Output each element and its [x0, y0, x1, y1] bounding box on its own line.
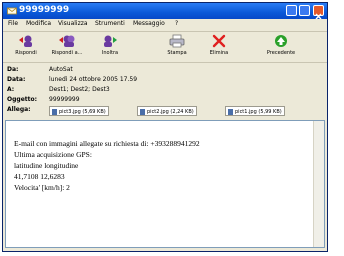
menu-help[interactable]: ?: [175, 20, 178, 27]
print-button[interactable]: Stampa: [163, 34, 191, 56]
message-window: 99999999 File Modifica Visualizza Strume…: [2, 2, 328, 252]
minimize-button[interactable]: [286, 5, 297, 16]
body-line: 41,7108 12,6283: [14, 172, 65, 181]
vertical-scrollbar[interactable]: [313, 121, 324, 247]
reply-all-button[interactable]: Rispondi a...: [47, 34, 87, 56]
menu-modifica[interactable]: Modifica: [26, 20, 51, 27]
maximize-button[interactable]: [299, 5, 310, 16]
attachment-item[interactable]: pict2.jpg (2,24 KB): [137, 106, 197, 116]
body-line: Ultima acquisizione GPS:: [14, 150, 92, 159]
forward-icon: [104, 35, 117, 47]
attachments-label: Allega:: [7, 106, 31, 113]
menu-messaggio[interactable]: Messaggio: [133, 20, 165, 27]
menu-bar: File Modifica Visualizza Strumenti Messa…: [3, 19, 327, 32]
attachment-item[interactable]: pict3.jpg (5,69 KB): [49, 106, 109, 116]
date-label: Data:: [7, 76, 26, 83]
image-file-icon: [140, 108, 145, 115]
message-body[interactable]: E-mail con immagini allegate su richiest…: [5, 120, 325, 248]
close-button[interactable]: [313, 5, 324, 20]
delete-button[interactable]: Elimina: [205, 34, 233, 56]
menu-visualizza[interactable]: Visualizza: [58, 20, 88, 27]
reply-all-icon: [59, 35, 75, 47]
body-line: E-mail con immagini allegate su richiest…: [14, 139, 200, 148]
window-title: 99999999: [19, 5, 70, 15]
subject-value: 99999999: [49, 96, 80, 103]
body-line: latitudine longitudine: [14, 161, 79, 170]
to-value: Dest1; Dest2; Dest3: [49, 86, 110, 93]
reply-button[interactable]: Rispondi: [9, 34, 43, 56]
forward-button[interactable]: Inoltra: [95, 34, 125, 56]
menu-file[interactable]: File: [8, 20, 18, 27]
body-line: Velocita' [km/h]: 2: [14, 183, 70, 192]
message-headers: Da: AutoSat Data: lunedì 24 ottobre 2005…: [3, 63, 327, 119]
image-file-icon: [228, 108, 233, 115]
delete-icon: [212, 34, 226, 48]
to-label: A:: [7, 86, 15, 93]
menu-strumenti[interactable]: Strumenti: [95, 20, 125, 27]
date-value: lunedì 24 ottobre 2005 17.59: [49, 76, 138, 83]
previous-button[interactable]: Precedente: [261, 34, 301, 56]
print-icon: [169, 34, 185, 48]
reply-icon: [19, 35, 32, 47]
envelope-icon: [7, 7, 17, 15]
from-value: AutoSat: [49, 66, 73, 73]
from-label: Da:: [7, 66, 19, 73]
title-bar[interactable]: 99999999: [3, 3, 327, 20]
subject-label: Oggetto:: [7, 96, 38, 103]
image-file-icon: [52, 108, 57, 115]
toolbar: Rispondi Rispondi a... Inoltra Stampa El…: [3, 32, 327, 63]
previous-icon: [275, 35, 287, 47]
attachment-item[interactable]: pict1.jpg (5,99 KB): [225, 106, 285, 116]
